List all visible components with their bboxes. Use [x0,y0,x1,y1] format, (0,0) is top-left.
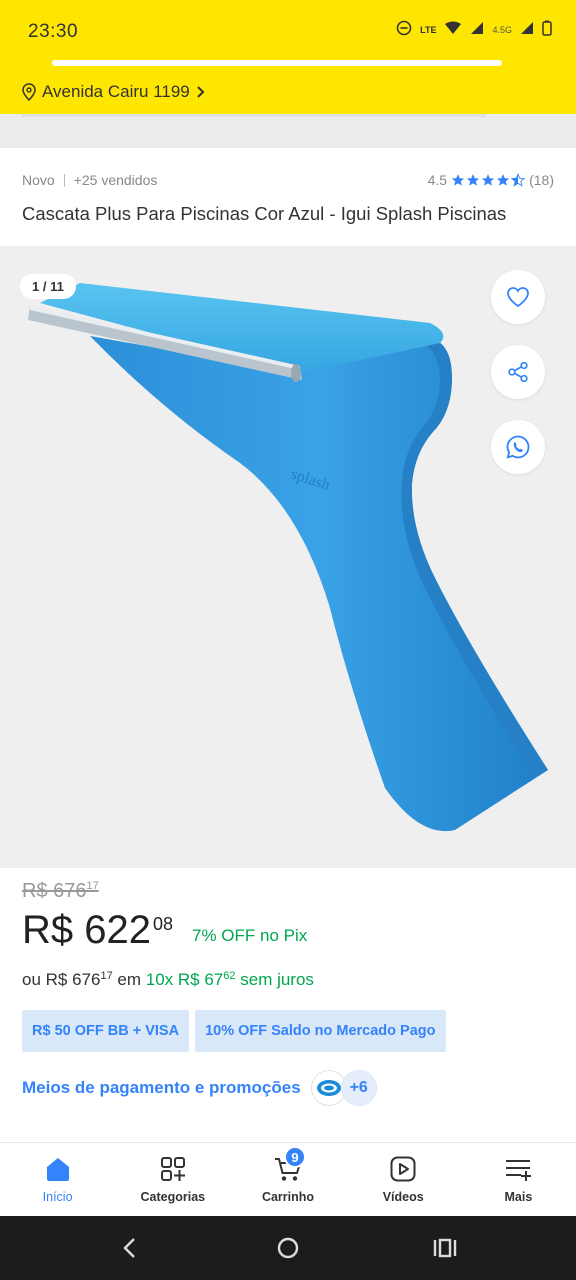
image-counter: 1 / 11 [20,274,76,299]
share-button[interactable] [491,345,545,399]
chevron-right-icon [196,85,206,99]
inst-total-cents: 17 [100,970,113,982]
more-payments-count: +6 [340,1070,377,1106]
whatsapp-icon [506,435,530,459]
condition: Novo [22,172,55,188]
nav-label: Categorias [140,1190,206,1204]
inst-suffix: sem juros [235,970,314,989]
categories-icon [160,1157,185,1181]
nav-label: Mais [504,1190,533,1204]
signal-icon-2 [520,21,534,38]
back-icon[interactable] [118,1236,142,1265]
original-price-int: R$ 676 [22,880,87,902]
promo-row: R$ 50 OFF BB + VISA 10% OFF Saldo no Mer… [22,1010,446,1052]
home-icon [46,1158,69,1181]
recents-icon[interactable] [432,1236,458,1265]
signal-icon [470,21,484,38]
nav-mais[interactable]: Mais [461,1143,576,1216]
nav-label: Vídeos [382,1190,424,1204]
signal-label: 4.5G [492,24,512,35]
meta-divider [63,173,65,187]
header: 23:30 LTE 4.5G Avenida Cairu 1199 [0,0,576,114]
current-price: R$ 622 08 [22,908,173,953]
nav-label: Início [42,1190,73,1204]
sold-count: +25 vendidos [73,172,158,188]
product-header: Novo +25 vendidos 4.5 (18) Cascata Plus … [0,148,576,246]
product-meta: Novo +25 vendidos [22,172,157,188]
product-image: splash [28,283,548,832]
installments: ou R$ 67617 em 10x R$ 6762 sem juros [22,970,314,990]
current-price-int: R$ 622 [22,908,151,952]
cart-badge: 9 [284,1146,306,1168]
promo-bb-visa[interactable]: R$ 50 OFF BB + VISA [22,1010,190,1052]
review-count: (18) [529,172,554,188]
original-price: R$ 67617 [22,880,99,903]
location-pin-icon [22,83,36,101]
pix-discount: 7% OFF no Pix [192,926,308,945]
favorite-button[interactable] [491,270,545,324]
whatsapp-button[interactable] [491,420,545,474]
product-title: Cascata Plus Para Piscinas Cor Azul - Ig… [22,203,507,224]
inst-count-cents: 62 [223,970,236,982]
star-icon [451,174,465,186]
wifi-icon [444,21,462,38]
lte-label: LTE [420,24,437,35]
menu-icon [506,1160,532,1181]
star-icon [481,174,495,186]
payment-icons: +6 [310,1070,377,1106]
inst-mid: em [112,970,146,989]
inst-count: 10x R$ 67 [145,970,224,989]
status-icons: LTE 4.5G [396,20,552,39]
address-selector[interactable]: Avenida Cairu 1199 [22,82,206,102]
header-strip [0,114,576,148]
battery-icon [542,20,552,39]
price-section: R$ 67617 R$ 622 08 7% OFF no Pix ou R$ 6… [0,868,576,1142]
nav-videos[interactable]: Vídeos [346,1143,461,1216]
nav-inicio[interactable]: Início [0,1143,115,1216]
dnd-icon [396,20,412,39]
nav-label: Carrinho [261,1190,315,1204]
star-icon [496,174,510,186]
payment-methods-link[interactable]: Meios de pagamento e promoções +6 [22,1070,377,1106]
status-time: 23:30 [28,21,79,42]
nav-carrinho[interactable]: 9 Carrinho [230,1143,345,1216]
promo-mercado-pago[interactable]: 10% OFF Saldo no Mercado Pago [195,1010,446,1052]
inst-total: ou R$ 676 [22,970,101,989]
star-half-icon [511,173,526,187]
home-circle-icon[interactable] [276,1236,300,1265]
star-icon [466,174,480,186]
bottom-navigation: Início Categorias 9 Carrinho Vídeos Mais [0,1142,576,1216]
address-text: Avenida Cairu 1199 [42,82,190,101]
video-icon [390,1156,416,1182]
payment-methods-label: Meios de pagamento e promoções [22,1078,301,1097]
rating-value: 4.5 [427,172,448,188]
original-price-cents: 17 [86,880,99,892]
system-navigation [0,1216,576,1280]
current-price-cents: 08 [152,914,174,934]
header-handle [52,60,502,66]
product-gallery[interactable]: splash 1 / 11 [0,248,576,868]
nav-categorias[interactable]: Categorias [115,1143,230,1216]
rating[interactable]: 4.5 (18) [428,172,554,188]
heart-icon [507,287,529,308]
rating-stars [451,173,526,187]
share-icon [508,361,528,383]
